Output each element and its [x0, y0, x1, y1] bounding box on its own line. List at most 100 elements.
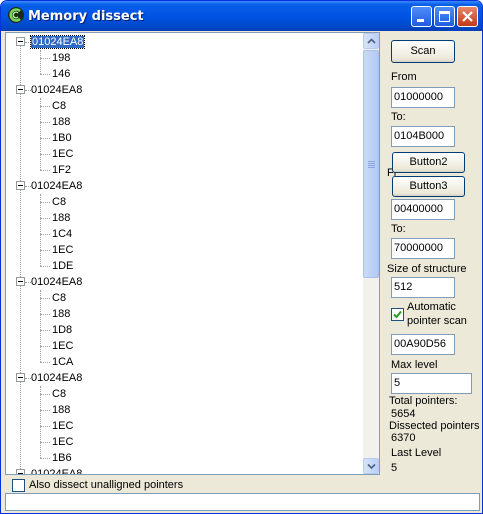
title-bar[interactable]: Memory dissect	[1, 1, 482, 31]
tree-child-item[interactable]: 1B6	[52, 450, 72, 466]
tree-connector	[40, 346, 50, 347]
scroll-up-button[interactable]	[363, 33, 379, 49]
dissect-unaligned-checkbox[interactable]	[12, 479, 25, 492]
tree-child-item[interactable]: 1C4	[52, 226, 72, 242]
tree-node-label: 01024EA8	[31, 372, 83, 384]
from-address-field[interactable]: 01000000	[391, 87, 455, 108]
tree-connector	[40, 442, 50, 443]
tree-child-item[interactable]: 188	[52, 114, 70, 130]
scroll-down-button[interactable]	[363, 458, 379, 474]
tree-child-item[interactable]: 1EC	[52, 418, 73, 434]
minimize-icon	[417, 19, 424, 22]
tree-connector	[40, 314, 50, 315]
tree-node[interactable]: 01024EA8	[31, 466, 82, 474]
pointer-address-field[interactable]: 00A90D56	[391, 334, 455, 355]
to-label: To:	[391, 111, 406, 123]
collapse-toggle-icon[interactable]	[16, 37, 25, 46]
collapse-toggle-icon[interactable]	[16, 469, 25, 474]
tree-connector	[40, 138, 50, 139]
tree-child-item[interactable]: 1D8	[52, 322, 72, 338]
tree-connector	[40, 98, 41, 170]
tree-connector	[40, 154, 50, 155]
tree-node-label: 01024EA8	[31, 276, 83, 288]
tree-child-item[interactable]: 1EC	[52, 146, 73, 162]
size-of-structure-field[interactable]: 512	[391, 277, 455, 298]
dissect-unaligned-label: Also dissect unalligned pointers	[29, 479, 184, 491]
tree-child-item[interactable]: 198	[52, 50, 70, 66]
tree-connector	[40, 298, 50, 299]
tree-child-item[interactable]: 1CA	[52, 354, 73, 370]
tree-connector	[40, 290, 41, 362]
maximize-icon	[439, 11, 450, 22]
pointer-tree[interactable]: 01024EA8 198 146 01024EA8 C8 188 1B0 1EC 1F2 0102…	[5, 32, 380, 475]
tree-connector	[40, 218, 50, 219]
tree-child-item[interactable]: 1DE	[52, 258, 73, 274]
button2[interactable]: Button2	[392, 152, 465, 173]
collapse-toggle-icon[interactable]	[16, 373, 25, 382]
tree-vertical-scrollbar[interactable]	[363, 33, 379, 474]
minimize-button[interactable]	[411, 6, 432, 27]
tree-connector	[40, 50, 41, 74]
tree-connector	[40, 122, 50, 123]
tree-child-item[interactable]: 1EC	[52, 434, 73, 450]
tree-node-label: 01024EA8	[31, 180, 83, 192]
tree-child-item[interactable]: 1B0	[52, 130, 72, 146]
total-pointers-value: 5654	[391, 408, 416, 420]
tree-connector	[40, 106, 50, 107]
memory-dissect-window: Memory dissect 01024EA8 198 146 01024EA8 C8 1…	[0, 0, 483, 514]
scan-button[interactable]: Scan	[391, 40, 455, 63]
button3[interactable]: Button3	[392, 176, 465, 197]
maximize-button[interactable]	[434, 6, 455, 27]
tree-child-item[interactable]: C8	[52, 290, 66, 306]
automatic-pointer-scan-checkbox[interactable]	[391, 308, 404, 321]
tree-node[interactable]: 01024EA8	[29, 34, 86, 50]
to-address-field[interactable]: 0104B000	[391, 126, 455, 147]
tree-connector	[40, 202, 50, 203]
collapse-toggle-icon[interactable]	[16, 85, 25, 94]
max-level-label: Max level	[391, 359, 438, 371]
app-icon	[8, 7, 24, 23]
chevron-up-icon	[367, 38, 376, 44]
from-address-field-2[interactable]: 00400000	[391, 199, 455, 220]
max-level-field[interactable]: 5	[391, 373, 472, 394]
tree-child-item[interactable]: 146	[52, 66, 70, 82]
tree-connector	[40, 362, 50, 363]
tree-child-item[interactable]: 1EC	[52, 338, 73, 354]
tree-connector	[40, 458, 50, 459]
scroll-thumb[interactable]	[363, 50, 379, 278]
tree-connector	[40, 250, 50, 251]
tree-child-item[interactable]: 188	[52, 306, 70, 322]
tree-node-label: 01024EA8	[31, 468, 83, 474]
tree-child-item[interactable]: C8	[52, 194, 66, 210]
close-button[interactable]	[457, 6, 478, 27]
dissected-pointers-value: 6370	[391, 432, 416, 444]
tree-node[interactable]: 01024EA8	[31, 370, 82, 386]
tree-child-item[interactable]: C8	[52, 98, 66, 114]
tree-connector	[40, 410, 50, 411]
scroll-grip-line	[368, 165, 375, 166]
tree-child-item[interactable]: 188	[52, 210, 70, 226]
tree-child-item[interactable]: C8	[52, 386, 66, 402]
total-pointers-label: Total pointers:	[389, 395, 458, 407]
window-title: Memory dissect	[28, 9, 144, 24]
tree-connector	[40, 194, 41, 266]
chevron-down-icon	[367, 463, 376, 470]
tree-connector	[40, 170, 50, 171]
tree-connector	[40, 386, 41, 458]
tree-connector	[40, 330, 50, 331]
to-address-field-2[interactable]: 70000000	[391, 238, 455, 259]
collapse-toggle-icon[interactable]	[16, 277, 25, 286]
tree-node[interactable]: 01024EA8	[31, 82, 82, 98]
tree-node[interactable]: 01024EA8	[31, 274, 82, 290]
tree-node[interactable]: 01024EA8	[31, 178, 82, 194]
tree-connector	[40, 266, 50, 267]
size-of-structure-label: Size of structure	[387, 263, 467, 275]
from-label: From	[391, 71, 417, 83]
tree-child-item[interactable]: 1EC	[52, 242, 73, 258]
to-label-2: To:	[391, 223, 406, 235]
tree-child-item[interactable]: 188	[52, 402, 70, 418]
last-level-label: Last Level	[391, 447, 442, 459]
collapse-toggle-icon[interactable]	[16, 181, 25, 190]
tree-connector	[40, 394, 50, 395]
tree-child-item[interactable]: 1F2	[52, 162, 71, 178]
